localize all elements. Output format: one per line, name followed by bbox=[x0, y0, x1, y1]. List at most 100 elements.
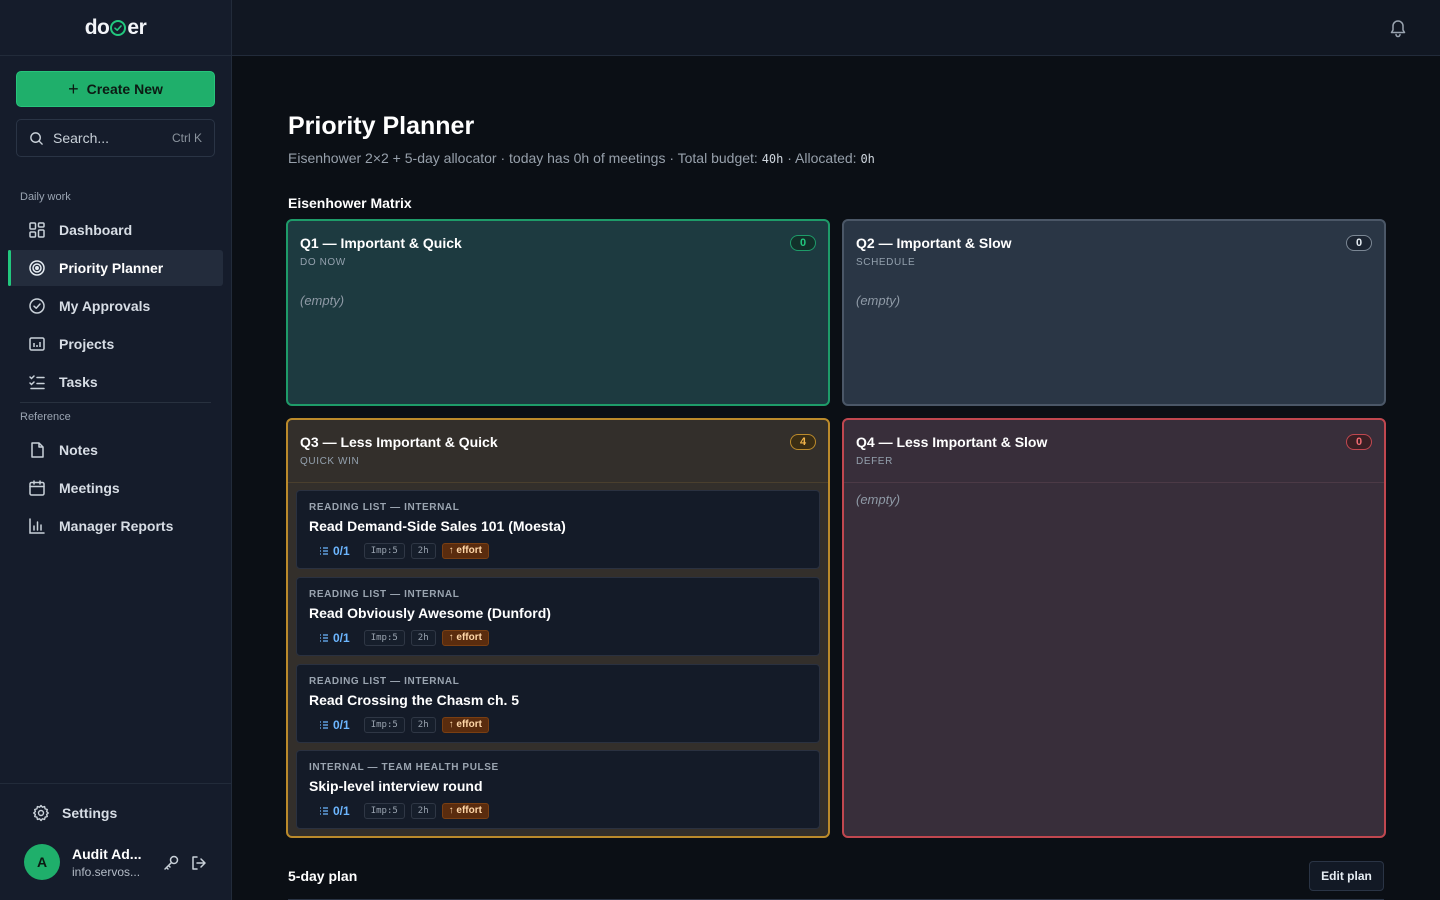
sidebar-item-notes[interactable]: Notes bbox=[8, 432, 223, 468]
sidebar: do er + Create New Ctrl K Daily work Das… bbox=[0, 0, 232, 900]
quadrant-q3[interactable]: Q3 — Less Important & Quick QUICK WIN 4 … bbox=[286, 418, 830, 838]
edit-plan-button[interactable]: Edit plan bbox=[1309, 861, 1384, 891]
sidebar-item-manager-reports[interactable]: Manager Reports bbox=[8, 508, 223, 544]
subtask-list-icon bbox=[320, 633, 328, 642]
task-meta: 0/1 Imp:5 2h ↑ effort bbox=[309, 802, 489, 819]
section-label-reference: Reference bbox=[20, 411, 71, 423]
quadrant-empty-text: (empty) bbox=[856, 492, 901, 507]
create-new-button[interactable]: + Create New bbox=[16, 71, 215, 107]
sidebar-item-meetings[interactable]: Meetings bbox=[8, 470, 223, 506]
sidebar-item-label: Notes bbox=[59, 442, 98, 458]
logo-text-right: er bbox=[127, 15, 147, 39]
target-icon bbox=[29, 260, 45, 276]
five-day-plan-title: 5-day plan bbox=[288, 868, 358, 884]
task-card[interactable]: READING LIST — INTERNAL Read Demand-Side… bbox=[296, 490, 820, 569]
subtask-list-icon bbox=[320, 806, 328, 815]
settings-label: Settings bbox=[62, 805, 118, 821]
user-name: Audit Ad... bbox=[72, 846, 142, 862]
sidebar-item-label: Tasks bbox=[59, 374, 98, 390]
calendar-icon bbox=[29, 480, 45, 496]
section-label-daily: Daily work bbox=[20, 191, 71, 203]
logout-icon[interactable] bbox=[190, 854, 208, 872]
search-icon bbox=[30, 131, 43, 145]
quadrant-q1[interactable]: Q1 — Important & Quick DO NOW 0 (empty) bbox=[286, 219, 830, 406]
avatar[interactable]: A bbox=[24, 844, 60, 880]
sidebar-item-tasks[interactable]: Tasks bbox=[8, 364, 223, 400]
importance-chip: Imp:5 bbox=[363, 802, 405, 819]
hours-chip: 2h bbox=[410, 802, 436, 819]
subtask-count: 0/1 bbox=[319, 631, 350, 645]
projects-chart-icon bbox=[29, 337, 45, 351]
quadrant-title: Q3 — Less Important & Quick bbox=[300, 434, 498, 450]
bar-chart-icon bbox=[29, 518, 45, 534]
search-box[interactable]: Ctrl K bbox=[16, 119, 215, 157]
key-icon[interactable] bbox=[162, 854, 180, 872]
quadrant-title: Q2 — Important & Slow bbox=[856, 235, 1012, 251]
quadrant-subtitle: SCHEDULE bbox=[856, 257, 916, 268]
dashboard-grid-icon bbox=[29, 222, 45, 238]
task-category: INTERNAL — TEAM HEALTH PULSE bbox=[309, 762, 499, 773]
sidebar-item-priority-planner[interactable]: Priority Planner bbox=[8, 250, 223, 286]
subtask-count: 0/1 bbox=[319, 718, 350, 732]
quadrant-count-badge: 0 bbox=[1346, 434, 1372, 450]
task-card[interactable]: INTERNAL — TEAM HEALTH PULSE Skip-level … bbox=[296, 750, 820, 829]
task-category: READING LIST — INTERNAL bbox=[309, 589, 460, 600]
quadrant-subtitle: DO NOW bbox=[300, 257, 346, 268]
quadrant-q4[interactable]: Q4 — Less Important & Slow DEFER 0 (empt… bbox=[842, 418, 1386, 838]
task-title: Read Demand-Side Sales 101 (Moesta) bbox=[309, 518, 566, 534]
quadrant-empty-text: (empty) bbox=[300, 293, 345, 308]
sidebar-item-label: Manager Reports bbox=[59, 518, 174, 534]
sidebar-item-label: Priority Planner bbox=[59, 260, 164, 276]
importance-chip: Imp:5 bbox=[363, 542, 405, 559]
quadrant-q2[interactable]: Q2 — Important & Slow SCHEDULE 0 (empty) bbox=[842, 219, 1386, 406]
subtask-count-value: 0/1 bbox=[333, 803, 350, 818]
logo-text-left: do bbox=[84, 15, 110, 39]
sidebar-item-my-approvals[interactable]: My Approvals bbox=[8, 288, 223, 324]
file-icon bbox=[31, 442, 44, 458]
create-new-label: Create New bbox=[86, 81, 163, 97]
gear-icon bbox=[33, 804, 49, 822]
subtask-count-value: 0/1 bbox=[333, 717, 350, 732]
importance-chip: Imp:5 bbox=[363, 716, 405, 733]
main-content: Priority Planner Eisenhower 2×2 + 5-day … bbox=[232, 56, 1440, 900]
quadrant-count-badge: 4 bbox=[790, 434, 816, 450]
quadrant-count-badge: 0 bbox=[1346, 235, 1372, 251]
search-input[interactable] bbox=[53, 130, 163, 146]
sidebar-footer: Settings A Audit Ad... info.servos... bbox=[0, 783, 231, 900]
app-logo[interactable]: do er bbox=[0, 0, 231, 56]
settings-button[interactable]: Settings bbox=[32, 804, 117, 822]
task-title: Read Crossing the Chasm ch. 5 bbox=[309, 692, 520, 708]
task-category: READING LIST — INTERNAL bbox=[309, 502, 460, 513]
effort-chip: ↑ effort bbox=[441, 629, 489, 646]
task-meta: 0/1 Imp:5 2h ↑ effort bbox=[309, 542, 489, 559]
subtask-list-icon bbox=[320, 546, 328, 555]
matrix-title: Eisenhower Matrix bbox=[288, 195, 412, 211]
bell-icon[interactable] bbox=[1388, 18, 1408, 38]
task-title: Skip-level interview round bbox=[309, 778, 483, 794]
hours-chip: 2h bbox=[410, 542, 436, 559]
task-title: Read Obviously Awesome (Dunford) bbox=[309, 605, 551, 621]
sidebar-item-dashboard[interactable]: Dashboard bbox=[8, 212, 223, 248]
task-card[interactable]: READING LIST — INTERNAL Read Obviously A… bbox=[296, 577, 820, 656]
subtask-list-icon bbox=[320, 720, 328, 729]
sidebar-item-projects[interactable]: Projects bbox=[8, 326, 223, 362]
task-card[interactable]: READING LIST — INTERNAL Read Crossing th… bbox=[296, 664, 820, 743]
nav-divider bbox=[20, 402, 211, 403]
page-title: Priority Planner bbox=[288, 112, 475, 140]
subtitle-prefix: Eisenhower 2×2 + 5-day allocator · today… bbox=[288, 150, 762, 166]
search-shortcut: Ctrl K bbox=[172, 131, 202, 145]
subtask-count: 0/1 bbox=[319, 804, 350, 818]
hours-chip: 2h bbox=[410, 629, 436, 646]
plus-icon: + bbox=[68, 79, 79, 99]
quadrant-subtitle: QUICK WIN bbox=[300, 456, 360, 467]
user-email: info.servos... bbox=[72, 865, 141, 879]
quadrant-subtitle: DEFER bbox=[856, 456, 893, 467]
sidebar-item-label: Projects bbox=[59, 336, 115, 352]
subtask-count-value: 0/1 bbox=[333, 630, 350, 645]
subtask-count-value: 0/1 bbox=[333, 543, 350, 558]
quadrant-divider bbox=[844, 482, 1384, 483]
hours-chip: 2h bbox=[410, 716, 436, 733]
quadrant-divider bbox=[288, 482, 828, 483]
task-meta: 0/1 Imp:5 2h ↑ effort bbox=[309, 629, 489, 646]
subtask-count: 0/1 bbox=[319, 544, 350, 558]
